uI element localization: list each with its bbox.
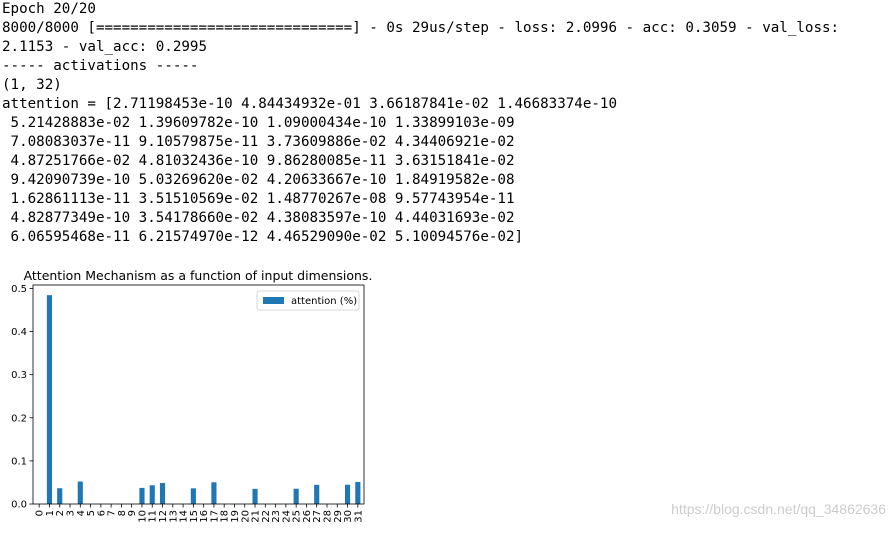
y-tick-label: 0.5	[11, 284, 27, 295]
bar-10	[139, 487, 145, 504]
chart-svg: Attention Mechanism as a function of inp…	[11, 268, 373, 523]
plot-frame	[32, 284, 365, 505]
console-line: 9.42090739e-10 5.03269620e-02 4.20633667…	[2, 172, 515, 188]
console-line: 4.82877349e-10 3.54178660e-02 4.38083597…	[2, 210, 515, 226]
legend-swatch	[263, 297, 284, 304]
bar-11	[149, 485, 155, 504]
console-line: 1.62861113e-11 3.51510569e-02 1.48770267…	[2, 191, 515, 207]
bar-31	[355, 482, 361, 504]
bar-21	[252, 488, 258, 504]
console-line: Epoch 20/20	[2, 1, 96, 17]
bar-4	[77, 481, 83, 504]
console-line: 5.21428883e-02 1.39609782e-10 1.09000434…	[2, 115, 515, 131]
attention-bar-chart: Attention Mechanism as a function of inp…	[0, 262, 380, 528]
console-output: Epoch 20/20 8000/8000 [==================…	[2, 0, 839, 247]
bar-30	[344, 484, 351, 504]
console-line: 7.08083037e-11 9.10579875e-11 3.73609886…	[2, 134, 515, 150]
console-line: (1, 32)	[2, 77, 62, 93]
bar-17	[211, 482, 217, 504]
y-tick-label: 0.4	[11, 327, 27, 338]
bar-25	[293, 488, 299, 504]
y-tick-label: 0.2	[11, 413, 27, 424]
console-line: attention = [2.71198453e-10 4.84434932e-…	[2, 96, 617, 112]
x-tick-label: 31	[353, 510, 364, 523]
watermark: https://blog.csdn.net/qq_34862636	[671, 501, 886, 517]
bar-15	[190, 488, 196, 504]
bar-2	[57, 488, 63, 504]
console-line: 4.87251766e-02 4.81032436e-10 9.86280085…	[2, 153, 515, 169]
console-line: ----- activations -----	[2, 58, 199, 74]
console-line: 6.06595468e-11 6.21574970e-12 4.46529090…	[2, 229, 524, 245]
bar-27	[314, 484, 320, 504]
console-line: 8000/8000 [=============================…	[2, 20, 840, 36]
y-tick-label: 0.3	[11, 370, 27, 381]
bar-1	[46, 295, 53, 504]
legend: attention (%)	[256, 290, 360, 311]
bar-12	[159, 482, 166, 504]
console-line: 2.1153 - val_acc: 0.2995	[2, 39, 207, 55]
y-tick-label: 0.1	[11, 456, 27, 467]
legend-label: attention (%)	[291, 296, 357, 307]
y-tick-label: 0.0	[11, 500, 27, 511]
chart-title: Attention Mechanism as a function of inp…	[24, 268, 373, 283]
